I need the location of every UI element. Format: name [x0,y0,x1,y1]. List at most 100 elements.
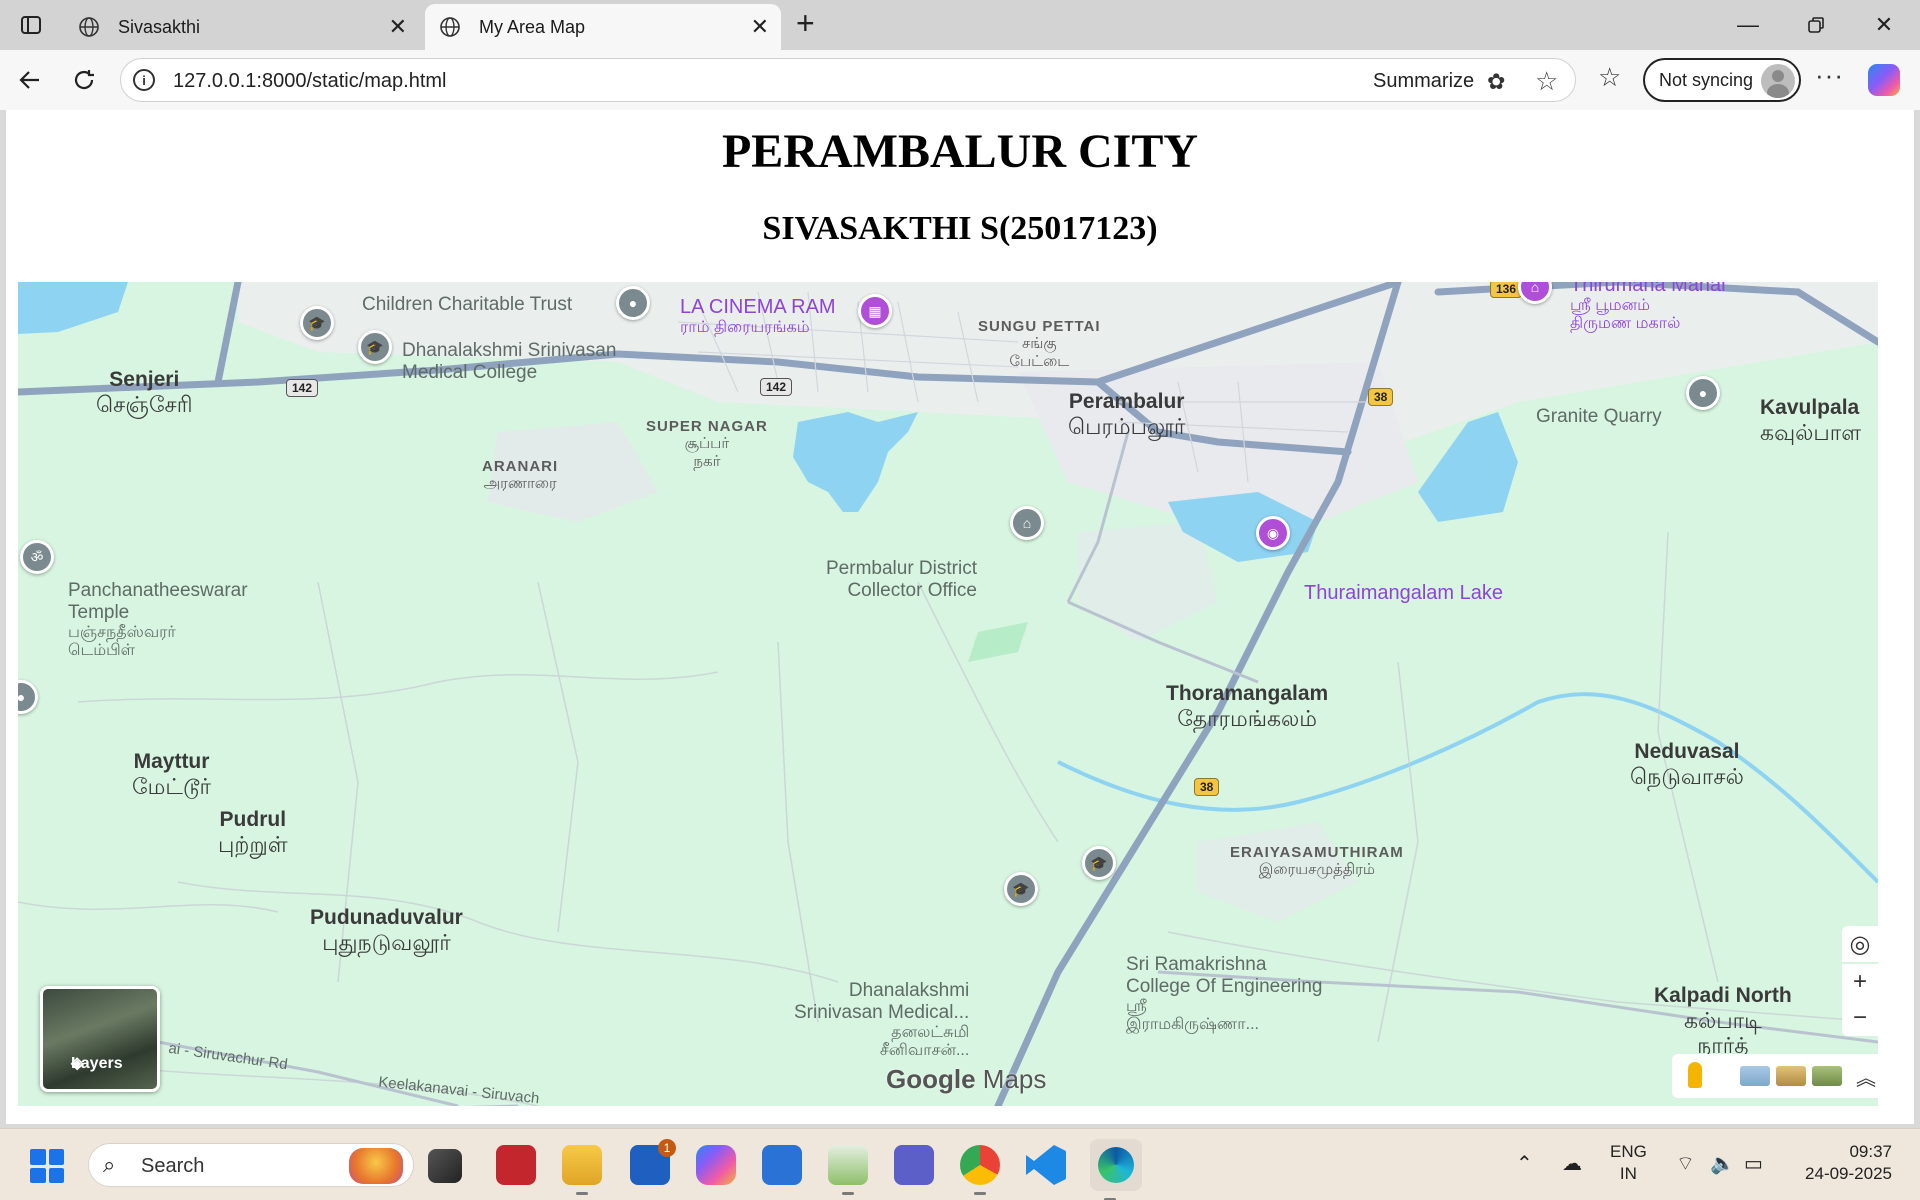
zoom-out-icon: − [1852,1004,1867,1031]
place-pin-icon[interactable]: ● [1686,376,1720,410]
town-name-tamil: தோரமங்கலம் [1177,706,1318,732]
town-label: Senjeri செஞ்சேரி [96,368,193,417]
url-text[interactable]: 127.0.0.1:8000/static/map.html [173,70,447,93]
place-name-tamil: பஞ்சநதீஸ்வரர் [68,623,176,641]
input-language[interactable]: ENG IN [1610,1141,1647,1185]
minimize-button[interactable]: — [1728,10,1768,40]
google-wordmark: Google [886,1064,976,1094]
wifi-icon[interactable]: ⌔ [1676,1151,1695,1176]
expand-icon[interactable]: ︽ [1856,1062,1876,1091]
more-options-icon[interactable]: ··· [1815,60,1844,91]
zoom-out-button[interactable]: − [1842,1000,1878,1036]
battery-icon[interactable]: ▭ [1744,1151,1763,1176]
vscode-icon[interactable] [1026,1145,1066,1185]
search-highlight-icon [349,1148,403,1184]
copilot-icon[interactable] [1868,64,1900,96]
town-label: Kalpadi North கல்பாடி நார்த் [1654,984,1792,1059]
teams-icon[interactable] [894,1145,934,1185]
close-tab-icon[interactable]: ✕ [389,16,407,38]
place-name-tamil: ஸ்ரீ [1126,997,1147,1015]
onedrive-icon[interactable]: ☁ [1562,1151,1582,1176]
new-tab-button[interactable]: + [796,7,815,39]
town-name-tamil: புதுநடுவலூர் [322,930,451,956]
place-label[interactable]: Children Charitable Trust [362,294,572,316]
imagery-thumbnail[interactable] [1776,1066,1806,1086]
place-label[interactable]: Thuraimangalam Lake [1304,582,1503,605]
area-name-tamil: அரணாரை [483,475,557,493]
app-l-icon[interactable] [630,1139,676,1185]
system-clock[interactable]: 09:37 24-09-2025 [1792,1141,1892,1185]
chrome-icon[interactable] [960,1145,1000,1195]
cinema-pin-icon[interactable]: ▦ [858,294,892,328]
task-view-icon[interactable] [428,1149,462,1183]
town-name-tamil: செஞ்சேரி [96,392,193,418]
refresh-icon [74,70,94,90]
copilot-app-icon[interactable] [696,1145,736,1185]
town-name: Pudunaduvalur [310,906,463,929]
school-pin-icon[interactable]: 🎓 [300,306,334,340]
refresh-button[interactable] [66,62,102,98]
layers-button[interactable]: ◈ Layers [40,986,160,1092]
camera-pin-icon[interactable]: ◉ [1256,516,1290,550]
town-name: Thoramangalam [1166,682,1329,705]
tab-actions-button[interactable] [14,10,48,40]
school-pin-icon[interactable]: 🎓 [358,330,392,364]
place-label[interactable]: Dhanalakshmi Srinivasan Medical College [402,340,616,384]
school-pin-icon[interactable]: 🎓 [1082,846,1116,880]
show-hidden-icons-icon[interactable]: ⌃ [1516,1151,1533,1176]
microsoft-store-icon[interactable] [762,1145,802,1185]
place-label[interactable]: Granite Quarry [1536,406,1662,428]
government-pin-icon[interactable]: ⌂ [1010,506,1044,540]
edge-taskbar-button[interactable] [1090,1139,1142,1200]
place-label[interactable]: Panchanatheeswarar Temple பஞ்சநதீஸ்வரர் … [68,580,248,660]
file-explorer-icon[interactable] [562,1145,602,1195]
map-canvas[interactable]: 142 142 38 38 136 🎓 🎓 ● ▦ ⌂ ● ॐ ⌂ ◉ ● 🎓 … [18,282,1878,1106]
temple-pin-icon[interactable]: ॐ [20,540,54,574]
tab-sivasakthi[interactable]: Sivasakthi ✕ [64,4,419,50]
town-label: Thoramangalam தோரமங்கலம் [1166,682,1328,731]
place-name-tamil: ராம் திரையரங்கம் [680,319,810,336]
taskbar: ⌕ Search ⌃ ☁ ENG IN ⌔ 🔈 ▭ 09:37 24-09-20… [0,1128,1920,1200]
my-location-button[interactable]: ◎ [1842,926,1878,962]
zoom-in-button[interactable]: + [1842,964,1878,1000]
navigation-bar: i 127.0.0.1:8000/static/map.html Summari… [0,50,1920,110]
globe-icon [79,17,99,37]
place-name: College Of Engineering [1126,975,1323,997]
town-name: Pudrul [219,808,287,831]
place-name: Thirumana Mahal [1570,282,1726,296]
restore-button[interactable] [1796,10,1836,40]
volume-icon[interactable]: 🔈 [1710,1151,1735,1176]
imagery-thumbnail[interactable] [1812,1066,1842,1086]
favorite-star-icon[interactable]: ☆ [1535,66,1558,97]
close-window-button[interactable]: ✕ [1864,10,1904,40]
summarize-button[interactable]: Summarize [1373,70,1474,93]
place-name: Temple [68,601,130,623]
school-pin-icon[interactable]: 🎓 [1004,872,1038,906]
town-label: Mayttur மேட்டூர் [132,750,211,799]
imagery-thumbnail[interactable] [1740,1066,1770,1086]
favorites-icon[interactable]: ☆ [1598,62,1621,93]
close-tab-icon[interactable]: ✕ [751,16,769,38]
place-name-tamil: தனலட்சுமி [891,1023,970,1041]
google-maps-logo: Google Maps [886,1064,1046,1095]
address-bar[interactable]: i 127.0.0.1:8000/static/map.html Summari… [120,58,1576,102]
profile-sync-button[interactable]: Not syncing [1643,58,1801,102]
town-name-tamil: புற்றுள் [218,832,288,858]
taskbar-search[interactable]: ⌕ Search [88,1143,414,1187]
place-pin-icon[interactable]: ● [616,286,650,320]
place-name-tamil: ஸ்ரீ பூமனம் [1570,297,1651,314]
summarize-icon[interactable]: ✿ [1487,69,1505,95]
pegman-icon[interactable] [1688,1062,1702,1088]
place-label[interactable]: Sri Ramakrishna College Of Engineering ஸ… [1126,954,1322,1034]
place-label[interactable]: LA CINEMA RAM ராம் திரையரங்கம் [680,296,836,337]
place-label[interactable]: Permbalur District Collector Office [826,558,977,602]
site-info-icon[interactable]: i [133,69,155,91]
back-button[interactable] [12,62,48,98]
start-button[interactable] [30,1149,64,1183]
paint-app-icon[interactable] [828,1145,868,1195]
amd-software-icon[interactable] [496,1145,536,1185]
tab-my-area-map[interactable]: My Area Map ✕ [425,4,781,50]
place-label[interactable]: Dhanalakshmi Srinivasan Medical... தனலட்… [794,980,969,1060]
town-name-tamil: மேட்டூர் [132,774,212,800]
place-label[interactable]: Thirumana Mahal ஸ்ரீ பூமனம் திருமண மகால் [1570,282,1726,334]
